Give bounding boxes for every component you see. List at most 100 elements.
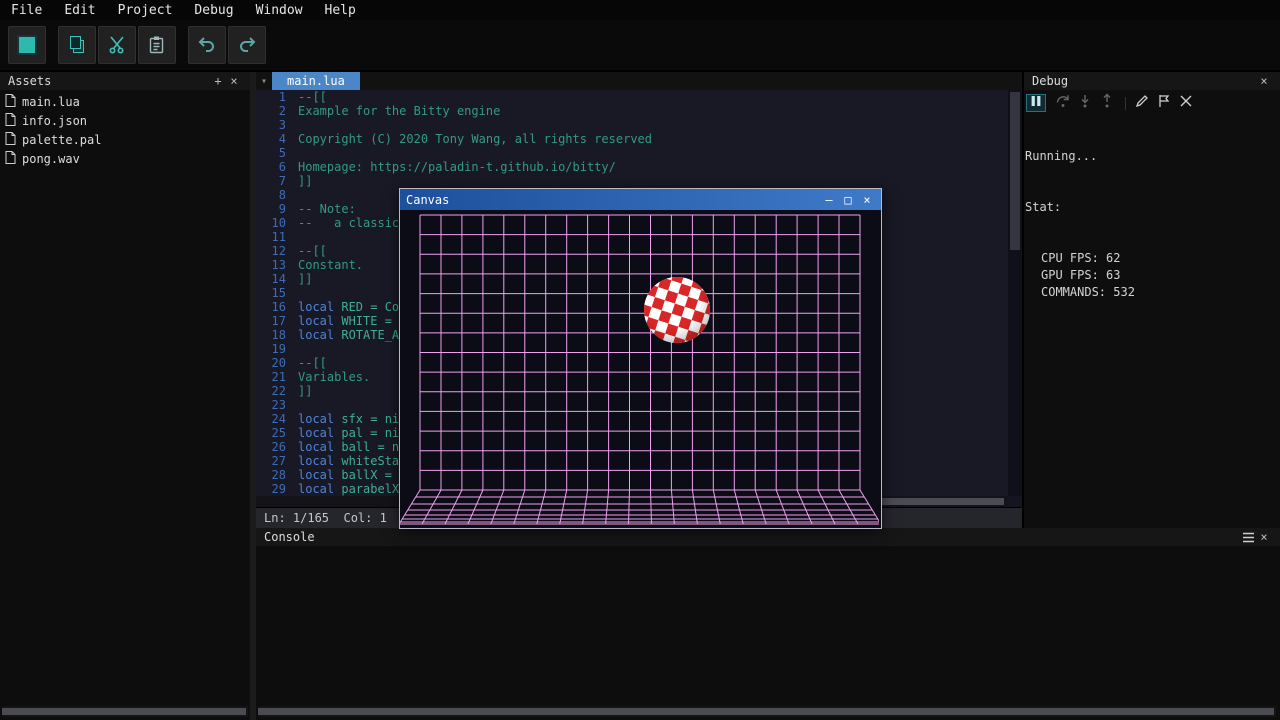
- menu-project[interactable]: Project: [107, 3, 184, 18]
- line-number: 14: [256, 272, 286, 286]
- console-title: Console: [264, 530, 1240, 544]
- redo-button[interactable]: [228, 26, 266, 64]
- step-over-button[interactable]: [1053, 94, 1073, 112]
- tab-label: main.lua: [287, 74, 345, 88]
- toolbar: [0, 20, 1280, 70]
- editor-vscrollbar[interactable]: [1008, 90, 1022, 496]
- step-over-icon: [1055, 93, 1071, 113]
- close-debug-button[interactable]: ×: [1256, 74, 1272, 88]
- asset-item-palette-pal[interactable]: palette.pal: [0, 130, 250, 149]
- undo-icon: [196, 34, 218, 56]
- menu-edit[interactable]: Edit: [53, 3, 106, 18]
- line-number: 13: [256, 258, 286, 272]
- canvas-title: Canvas: [406, 193, 818, 207]
- line-number: 12: [256, 244, 286, 258]
- line-number: 19: [256, 342, 286, 356]
- code-line[interactable]: 1--[[: [256, 90, 1008, 104]
- close-canvas-button[interactable]: ×: [859, 193, 875, 207]
- assets-header: Assets + ×: [0, 72, 250, 90]
- pause-button[interactable]: [1026, 94, 1046, 112]
- asset-item-main-lua[interactable]: main.lua: [0, 92, 250, 111]
- menu-file[interactable]: File: [0, 3, 53, 18]
- menu-window[interactable]: Window: [245, 3, 314, 18]
- line-number: 7: [256, 174, 286, 188]
- code-line[interactable]: 3: [256, 118, 1008, 132]
- cut-button[interactable]: [98, 26, 136, 64]
- line-number: 29: [256, 482, 286, 496]
- canvas-window[interactable]: Canvas – □ ×: [399, 188, 882, 529]
- code-line[interactable]: 6Homepage: https://paladin-t.github.io/b…: [256, 160, 1008, 174]
- asset-item-info-json[interactable]: info.json: [0, 111, 250, 130]
- close-console-button[interactable]: ×: [1256, 530, 1272, 544]
- menu-help[interactable]: Help: [314, 3, 367, 18]
- assets-hscroll-thumb[interactable]: [2, 708, 246, 715]
- breakpoints-button[interactable]: [1154, 94, 1174, 112]
- breakpoints-icon: [1156, 93, 1172, 113]
- code-line[interactable]: 2Example for the Bitty engine: [256, 104, 1008, 118]
- toolbar-separator: [1125, 97, 1126, 110]
- debug-title: Debug: [1032, 74, 1256, 88]
- line-number: 15: [256, 286, 286, 300]
- assets-hscrollbar[interactable]: [2, 706, 248, 717]
- line-number: 8: [256, 188, 286, 202]
- run-icon: [15, 33, 39, 57]
- file-icon: [5, 94, 16, 110]
- add-asset-button[interactable]: +: [210, 74, 226, 88]
- toggle-breakpoint-button[interactable]: [1132, 94, 1152, 112]
- line-number: 21: [256, 370, 286, 384]
- assets-panel: Assets + × main.lua info.json palette.pal p…: [0, 72, 250, 720]
- step-into-button[interactable]: [1075, 94, 1095, 112]
- menu-bar: FileEditProjectDebugWindowHelp: [0, 0, 1280, 20]
- console-panel: Console ×: [256, 528, 1280, 720]
- console-hscrollbar[interactable]: [258, 706, 1276, 717]
- asset-name: main.lua: [22, 95, 80, 109]
- debug-running-text: Running...: [1025, 148, 1278, 165]
- line-number: 17: [256, 314, 286, 328]
- console-output: [256, 546, 1280, 706]
- pause-icon: [1028, 93, 1044, 113]
- canvas-scene: [400, 210, 879, 526]
- debug-stats: CPU FPS: 62GPU FPS: 63COMMANDS: 532: [1025, 250, 1278, 301]
- tab-main-lua[interactable]: main.lua: [272, 72, 360, 90]
- stat-row: COMMANDS: 532: [1025, 284, 1278, 301]
- line-number: 5: [256, 146, 286, 160]
- code-line[interactable]: 4Copyright (C) 2020 Tony Wang, all right…: [256, 132, 1008, 146]
- close-assets-button[interactable]: ×: [226, 74, 242, 88]
- assets-title: Assets: [8, 74, 210, 88]
- line-number: 4: [256, 132, 286, 146]
- paste-button[interactable]: [138, 26, 176, 64]
- code-line[interactable]: 5: [256, 146, 1008, 160]
- minimize-button[interactable]: –: [821, 193, 837, 207]
- line-number: 20: [256, 356, 286, 370]
- menu-debug[interactable]: Debug: [183, 3, 244, 18]
- editor-vscroll-thumb[interactable]: [1010, 92, 1020, 250]
- line-number: 18: [256, 328, 286, 342]
- line-number: 16: [256, 300, 286, 314]
- maximize-button[interactable]: □: [840, 193, 856, 207]
- copy-button[interactable]: [58, 26, 96, 64]
- line-number: 6: [256, 160, 286, 174]
- step-out-button[interactable]: [1097, 94, 1117, 112]
- stat-label: COMMANDS:: [1041, 285, 1106, 299]
- paste-icon: [146, 34, 168, 56]
- debug-header: Debug ×: [1024, 72, 1280, 90]
- asset-name: info.json: [22, 114, 87, 128]
- console-hscroll-thumb[interactable]: [258, 708, 1274, 715]
- editor-tabbar: ▾ main.lua: [256, 72, 1022, 90]
- line-number: 1: [256, 90, 286, 104]
- run-button[interactable]: [8, 26, 46, 64]
- line-number: 26: [256, 440, 286, 454]
- toggle-breakpoint-icon: [1134, 93, 1150, 113]
- canvas-content: [400, 210, 881, 528]
- canvas-titlebar[interactable]: Canvas – □ ×: [400, 189, 881, 210]
- line-number: 25: [256, 426, 286, 440]
- code-line[interactable]: 7]]: [256, 174, 1008, 188]
- asset-name: palette.pal: [22, 133, 101, 147]
- clear-breakpoints-button[interactable]: [1176, 94, 1196, 112]
- asset-item-pong-wav[interactable]: pong.wav: [0, 149, 250, 168]
- undo-button[interactable]: [188, 26, 226, 64]
- stat-label: CPU FPS:: [1041, 251, 1099, 265]
- stat-value: 63: [1099, 268, 1121, 282]
- console-menu-button[interactable]: [1240, 532, 1256, 543]
- tab-list-dropdown-icon[interactable]: ▾: [256, 76, 272, 87]
